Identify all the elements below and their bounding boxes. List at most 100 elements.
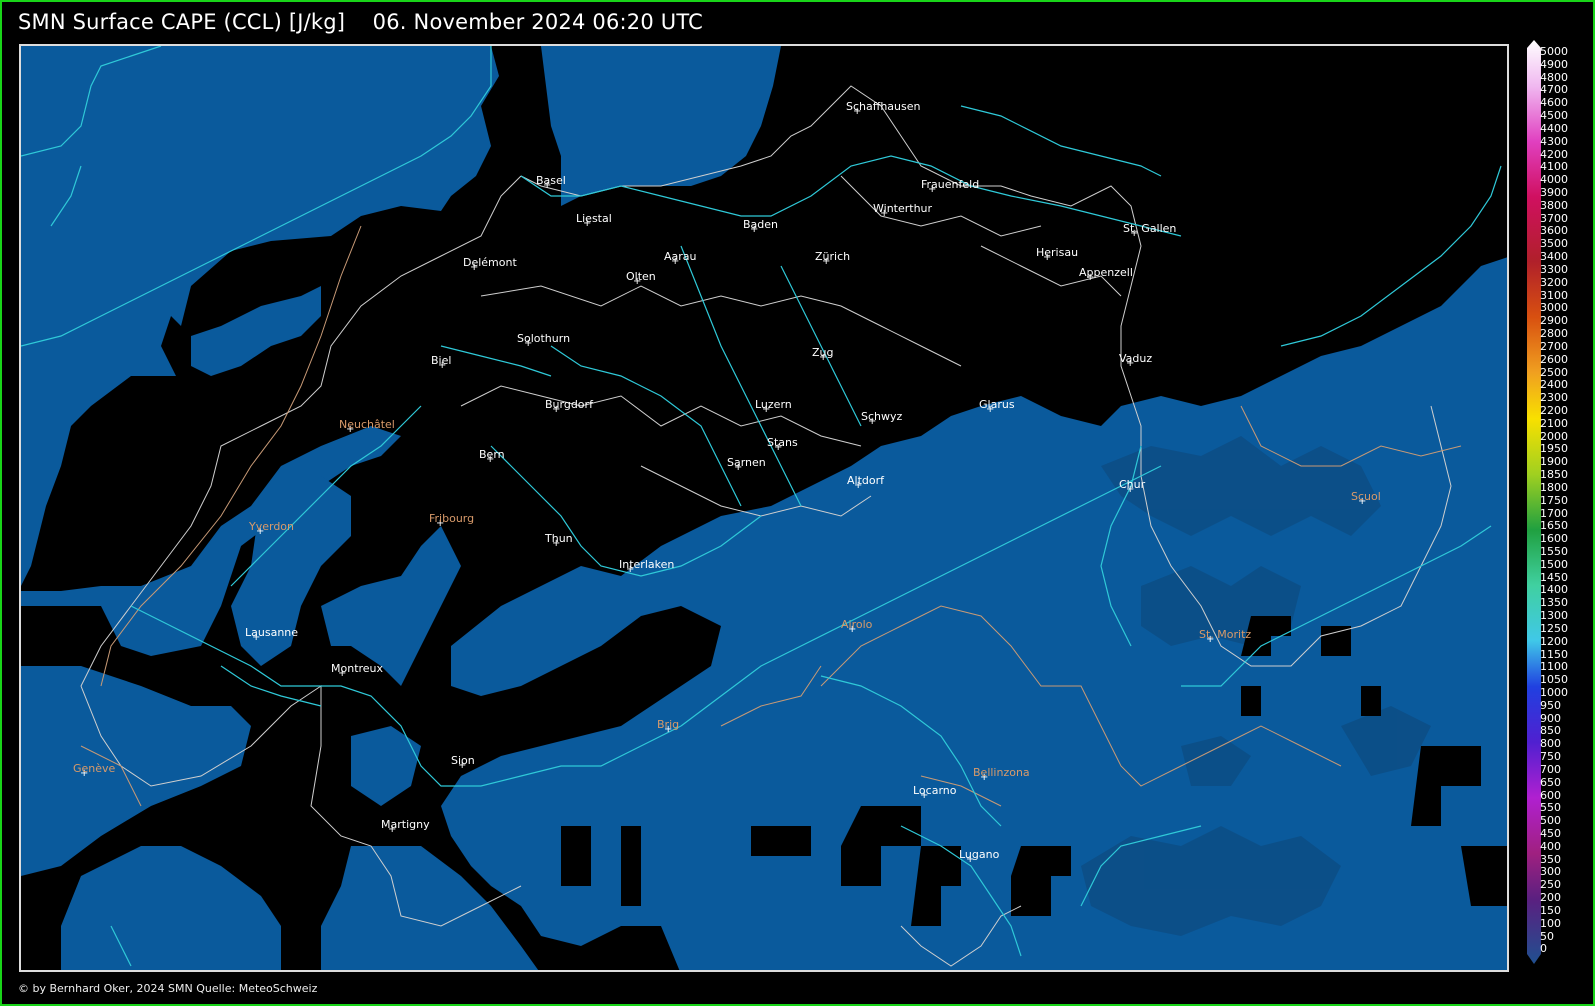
city-label: Solothurn <box>517 332 570 345</box>
colorbar-tick-label: 250 <box>1540 878 1561 892</box>
city-label: Montreux <box>331 662 384 675</box>
colorbar-tick-label: 1600 <box>1540 532 1568 546</box>
city-label: Luzern <box>755 398 792 411</box>
city-label: Genève <box>73 762 116 775</box>
colorbar-tick-label: 2700 <box>1540 339 1568 353</box>
city-marker: +Schwyz <box>861 410 903 427</box>
city-label: Locarno <box>913 784 957 797</box>
colorbar-tick-label: 4800 <box>1540 70 1568 84</box>
colorbar-tick-label: 4200 <box>1540 147 1568 161</box>
colorbar-tick-label: 1200 <box>1540 634 1568 648</box>
colorbar-tick-label: 2100 <box>1540 416 1568 430</box>
city-marker: +Montreux <box>331 662 384 679</box>
colorbar-tick-label: 200 <box>1540 891 1561 905</box>
colorbar-tick-label: 1450 <box>1540 570 1568 584</box>
city-marker: +Herisau <box>1036 246 1078 263</box>
colorbar-tick-label: 650 <box>1540 775 1561 789</box>
colorbar-tick-label: 100 <box>1540 916 1561 930</box>
colorbar-tick-label: 1100 <box>1540 660 1568 674</box>
city-label: Neuchâtel <box>339 418 395 431</box>
colorbar-tick-label: 1050 <box>1540 673 1568 687</box>
city-label: Thun <box>544 532 573 545</box>
city-marker: +Winterthur <box>873 202 933 219</box>
city-label: Altdorf <box>847 474 885 487</box>
colorbar-tick-label: 150 <box>1540 903 1561 917</box>
colorbar-tick-label: 1300 <box>1540 609 1568 623</box>
city-label: Baden <box>743 218 778 231</box>
city-marker: +Aarau <box>664 250 697 267</box>
city-marker: +Vaduz <box>1119 352 1152 369</box>
city-label: Stans <box>767 436 798 449</box>
colorbar-tick-label: 450 <box>1540 827 1561 841</box>
colorbar-tick-label: 350 <box>1540 852 1561 866</box>
colorbar-tick-label: 4700 <box>1540 83 1568 97</box>
colorbar-tick-label: 1400 <box>1540 583 1568 597</box>
city-marker: +Sarnen <box>727 456 766 473</box>
city-marker: +Bern <box>479 448 505 465</box>
colorbar-tick-label: 50 <box>1540 929 1554 943</box>
colorbar-tick-label: 300 <box>1540 865 1561 879</box>
city-label: Appenzell <box>1079 266 1133 279</box>
colorbar-tick-label: 1700 <box>1540 506 1568 520</box>
colorbar-tick-label: 0 <box>1540 942 1547 956</box>
city-marker: +Sion <box>451 754 475 771</box>
city-marker: +Baden <box>743 218 778 235</box>
city-marker: +Schaffhausen <box>846 100 921 117</box>
colorbar-tick-label: 700 <box>1540 762 1561 776</box>
cape-map[interactable]: + Schaffhausen + Frauenfeld + Basel + Liestal + B… <box>19 44 1509 972</box>
colorbar-tick-label: 3500 <box>1540 237 1568 251</box>
colorbar-tick-label: 5000 <box>1540 45 1568 58</box>
city-label: Vaduz <box>1119 352 1152 365</box>
city-label: Zug <box>812 346 834 359</box>
colorbar-tick-label: 2000 <box>1540 429 1568 443</box>
colorbar-tick-label: 3700 <box>1540 211 1568 225</box>
colorbar-tick-label: 1800 <box>1540 480 1568 494</box>
colorbar-tick-label: 1350 <box>1540 596 1568 610</box>
city-marker: +Burgdorf <box>545 398 594 415</box>
colorbar-tick-label: 1750 <box>1540 493 1568 507</box>
city-label: Bellinzona <box>973 766 1030 779</box>
city-label: St. Moritz <box>1199 628 1251 641</box>
city-marker: +St. Gallen <box>1123 222 1176 239</box>
city-label: Delémont <box>463 256 517 269</box>
city-label: Zürich <box>815 250 850 263</box>
city-label: Airolo <box>841 618 873 631</box>
colorbar-tick-label: 3800 <box>1540 198 1568 212</box>
city-label: Sarnen <box>727 456 766 469</box>
city-marker: +Thun <box>544 532 573 549</box>
colorbar-tick-label: 1950 <box>1540 442 1568 456</box>
city-label: Olten <box>626 270 656 283</box>
city-label: Bern <box>479 448 505 461</box>
city-label: Burgdorf <box>545 398 594 411</box>
colorbar-tick-label: 750 <box>1540 750 1561 764</box>
colorbar-tick-label: 3600 <box>1540 224 1568 238</box>
city-marker: +Liestal <box>576 212 612 229</box>
colorbar-tick-label: 2200 <box>1540 403 1568 417</box>
city-label: Aarau <box>664 250 697 263</box>
map-canvas: +Schaffhausen+Frauenfeld+Basel+Liestal+B… <box>21 46 1507 970</box>
colorbar-tick-label: 4100 <box>1540 160 1568 174</box>
city-marker: +Olten <box>626 270 656 287</box>
colorbar-tick-label: 1250 <box>1540 621 1568 635</box>
colorbar-tick-label: 950 <box>1540 698 1561 712</box>
city-label: Chur <box>1119 478 1146 491</box>
city-label: Sion <box>451 754 475 767</box>
city-marker: +Delémont <box>463 256 517 273</box>
colorbar-tick-label: 2500 <box>1540 365 1568 379</box>
colorbar-tick-label: 2400 <box>1540 378 1568 392</box>
colorbar-tick-label: 400 <box>1540 839 1561 853</box>
city-marker: +Luzern <box>755 398 792 415</box>
city-label: Glarus <box>979 398 1015 411</box>
colorbar-tick-label: 850 <box>1540 724 1561 738</box>
city-marker: +Frauenfeld <box>921 178 979 195</box>
city-marker: +Zürich <box>815 250 850 267</box>
colorbar-tick-label: 4500 <box>1540 109 1568 123</box>
colorbar-tick-label: 2600 <box>1540 352 1568 366</box>
city-label: Martigny <box>381 818 430 831</box>
colorbar-tick-label: 800 <box>1540 737 1561 751</box>
colorbar-tick-label: 1000 <box>1540 686 1568 699</box>
map-title: SMN Surface CAPE (CCL) [J/kg] 06. Novemb… <box>18 10 704 34</box>
colorbar-tick-label: 2900 <box>1540 314 1568 328</box>
colorbar-tick-label: 3900 <box>1540 186 1568 200</box>
city-marker: +Fribourg <box>429 512 474 529</box>
